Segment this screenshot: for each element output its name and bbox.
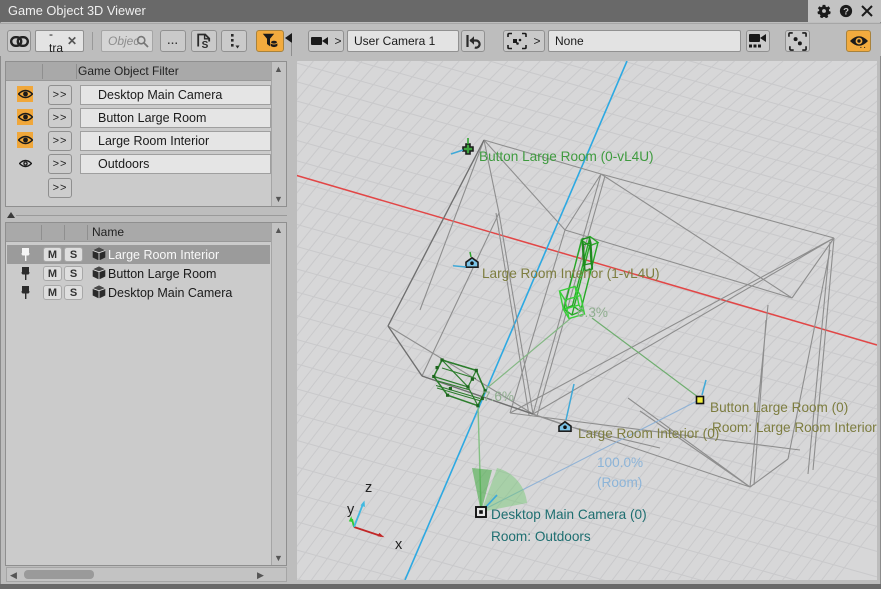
- svg-text:?: ?: [843, 7, 849, 18]
- svg-text:S: S: [202, 40, 209, 49]
